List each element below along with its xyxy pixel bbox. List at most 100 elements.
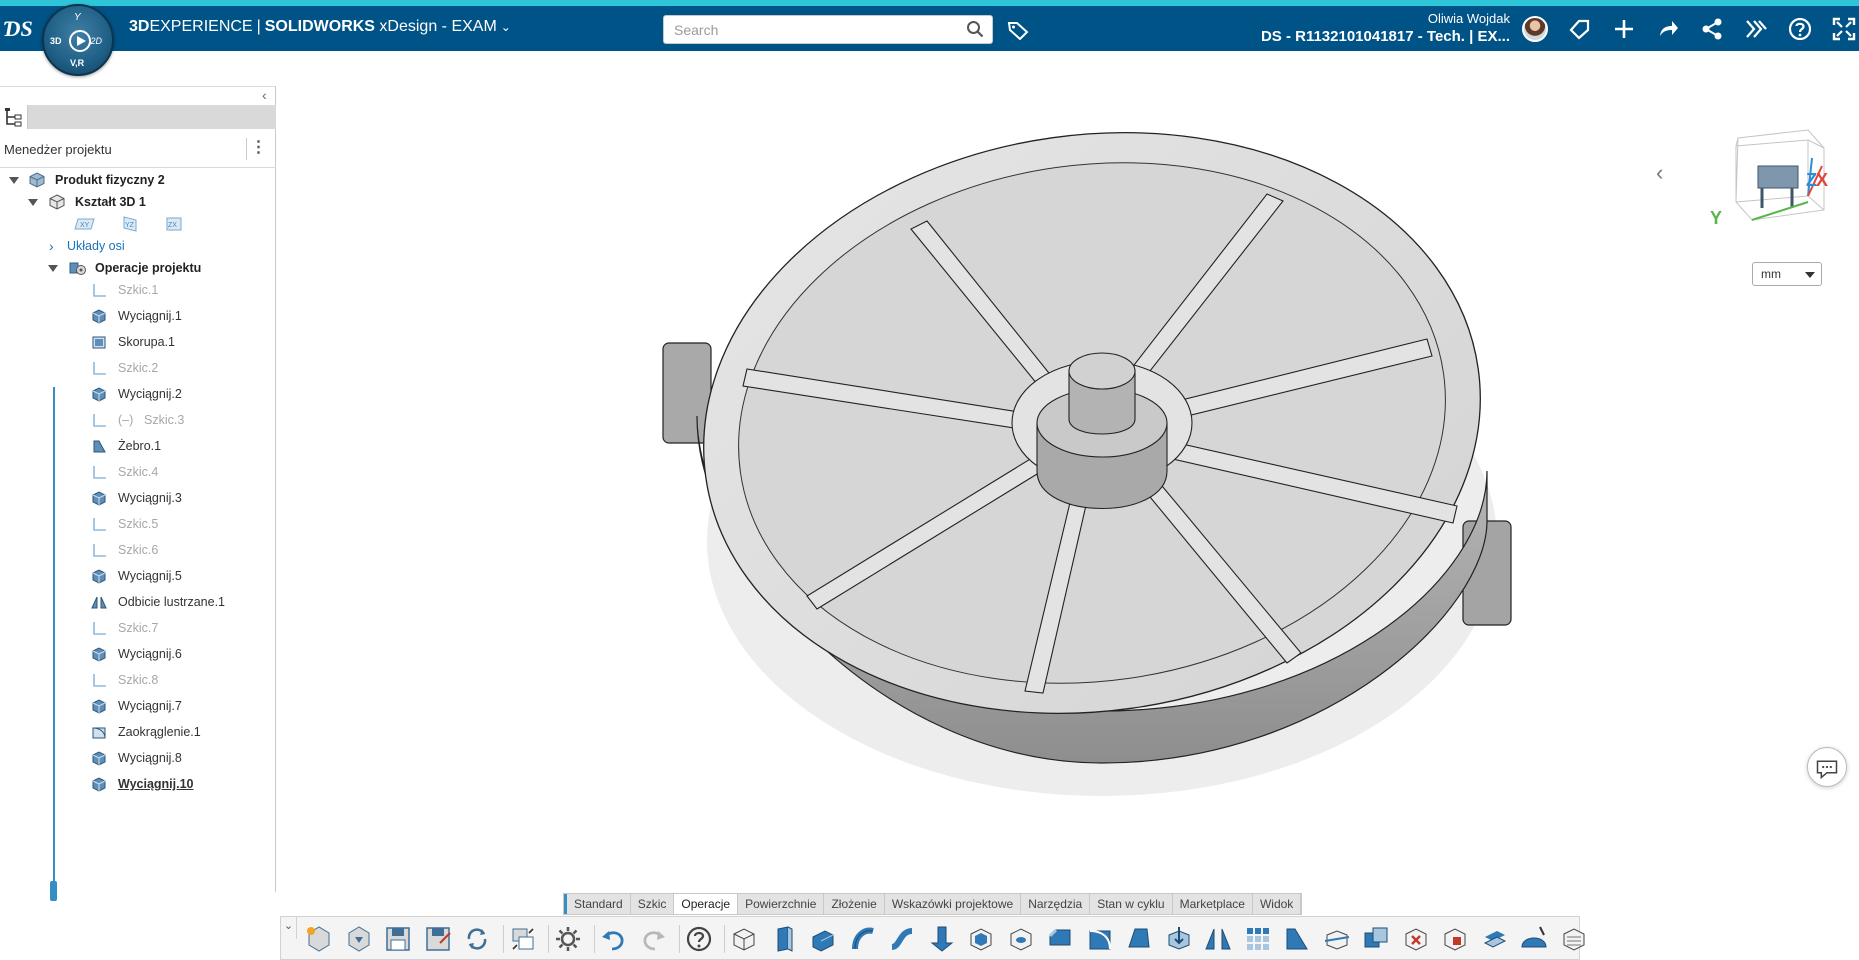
more-options-icon[interactable]: ⋮	[246, 138, 270, 160]
chevron-right-icon[interactable]: ›	[49, 235, 54, 257]
app-title[interactable]: 3DEXPERIENCE | SOLIDWORKS xDesign - EXAM ⌄	[129, 18, 511, 36]
refresh-icon[interactable]	[461, 923, 493, 955]
redo-icon[interactable]	[637, 923, 669, 955]
offset-surface-icon[interactable]	[1479, 923, 1511, 955]
open-icon[interactable]	[343, 923, 375, 955]
pattern-icon[interactable]	[1242, 923, 1274, 955]
tree-item[interactable]: Skorupa.1	[0, 331, 276, 353]
tab-6[interactable]: Wskazówki projektowe	[885, 894, 1022, 914]
tree-item[interactable]: Szkic.5	[0, 513, 276, 535]
tree-item[interactable]: (–) Szkic.3	[0, 409, 276, 431]
swap-icon[interactable]	[507, 923, 539, 955]
compass-3d-label[interactable]: 3D	[50, 36, 62, 46]
help-circle-icon[interactable]	[683, 923, 715, 955]
delete-body-icon[interactable]	[1400, 923, 1432, 955]
tree-item[interactable]: Zaokrąglenie.1	[0, 721, 276, 743]
box-icon[interactable]	[728, 923, 760, 955]
split-icon[interactable]	[1321, 923, 1353, 955]
tree-item[interactable]: Szkic.8	[0, 669, 276, 691]
revolve-icon[interactable]	[807, 923, 839, 955]
tree-item[interactable]: Szkic.7	[0, 617, 276, 639]
plane-yz-icon[interactable]: YZ	[120, 216, 140, 232]
delete-face-icon[interactable]	[1439, 923, 1471, 955]
tree-item[interactable]: Odbicie lustrzane.1	[0, 591, 276, 613]
expand-toggle-icon[interactable]	[48, 265, 58, 272]
help-icon[interactable]	[1788, 17, 1812, 41]
search-input[interactable]	[663, 15, 993, 44]
rollback-bar-handle[interactable]	[50, 881, 57, 901]
collapse-panel-icon[interactable]: ‹	[262, 87, 274, 103]
chevron-down-icon[interactable]: ⌄	[501, 20, 511, 34]
3d-compass[interactable]: Y 3D 2D V,R	[42, 4, 114, 76]
tree-shape-row[interactable]: Kształt 3D 1	[0, 191, 276, 213]
tree-item[interactable]: Szkic.1	[0, 279, 276, 301]
chevron-left-icon[interactable]: ‹	[1656, 160, 1663, 186]
tree-item[interactable]: Szkic.4	[0, 461, 276, 483]
fillet-tool-icon[interactable]	[1084, 923, 1116, 955]
apps-tools-icon[interactable]	[1744, 17, 1768, 41]
fullscreen-icon[interactable]	[1832, 17, 1856, 41]
avatar[interactable]	[1522, 16, 1548, 42]
loft-icon[interactable]	[886, 923, 918, 955]
tree-item[interactable]: Wyciągnij.1	[0, 305, 276, 327]
tree-root-row[interactable]: Produkt fizyczny 2	[0, 169, 276, 191]
extrude-tool-icon[interactable]	[768, 923, 800, 955]
comment-button[interactable]	[1807, 747, 1847, 787]
tree-item[interactable]: Wyciągnij.7	[0, 695, 276, 717]
boolean-icon[interactable]	[1360, 923, 1392, 955]
rib-tool-icon[interactable]	[1281, 923, 1313, 955]
expand-toggle-icon[interactable]	[9, 177, 19, 184]
tab-4[interactable]: Powierzchnie	[738, 894, 825, 914]
new-part-icon[interactable]	[303, 923, 335, 955]
plane-xy-icon[interactable]: XY	[74, 216, 96, 232]
notification-tag-icon[interactable]	[1568, 17, 1592, 41]
save-icon[interactable]	[382, 923, 414, 955]
plane-zx-icon[interactable]: ZX	[164, 216, 184, 232]
expand-toggle-icon[interactable]	[28, 199, 38, 206]
tree-item[interactable]: Wyciągnij.5	[0, 565, 276, 587]
add-icon[interactable]	[1612, 17, 1636, 41]
shell-tool-icon[interactable]	[965, 923, 997, 955]
draft-icon[interactable]	[1123, 923, 1155, 955]
tree-item[interactable]: Żebro.1	[0, 435, 276, 457]
tab-9[interactable]: Marketplace	[1173, 894, 1253, 914]
tree-item[interactable]: Szkic.6	[0, 539, 276, 561]
play-icon[interactable]	[69, 30, 91, 52]
document-title[interactable]: DS - R1132101041817 - Tech. | EX...	[1240, 28, 1510, 45]
tree-item[interactable]: Szkic.2	[0, 357, 276, 379]
compass-vr-label[interactable]: V,R	[70, 58, 84, 68]
tree-item[interactable]: Wyciągnij.3	[0, 487, 276, 509]
undo-icon[interactable]	[598, 923, 630, 955]
tree-item[interactable]: Wyciągnij.8	[0, 747, 276, 769]
ds-logo-icon[interactable]: ƊS	[0, 16, 36, 44]
move-face-icon[interactable]	[1163, 923, 1195, 955]
chamfer-icon[interactable]	[1044, 923, 1076, 955]
chevron-down-icon[interactable]: ⌄	[281, 917, 297, 939]
tab-8[interactable]: Stan w cyklu	[1090, 894, 1173, 914]
tab-7[interactable]: Narzędzia	[1021, 894, 1091, 914]
model-canvas[interactable]	[277, 51, 1859, 891]
tree-operations-row[interactable]: Operacje projektu	[0, 257, 276, 279]
tree-axes-row[interactable]: › Układy osi	[0, 235, 276, 257]
cosmetic-thread-icon[interactable]	[1558, 923, 1590, 955]
tag-icon[interactable]	[1007, 20, 1029, 40]
tab-3[interactable]: Operacje	[674, 894, 739, 914]
settings-gear-icon[interactable]	[552, 923, 584, 955]
tab-10[interactable]: Widok	[1253, 894, 1302, 914]
hole-icon[interactable]	[1005, 923, 1037, 955]
save-as-icon[interactable]	[422, 923, 454, 955]
3d-viewport[interactable]	[277, 51, 1859, 891]
network-share-icon[interactable]	[1700, 17, 1724, 41]
unit-select[interactable]: mm	[1752, 262, 1822, 286]
user-name[interactable]: Oliwia Wojdak	[1380, 11, 1510, 26]
compass-2d-label[interactable]: 2D	[90, 36, 102, 46]
tree-item[interactable]: Wyciągnij.10	[0, 773, 276, 795]
search-icon[interactable]	[966, 20, 984, 38]
thicken-icon[interactable]	[926, 923, 958, 955]
tab-5[interactable]: Złożenie	[824, 894, 885, 914]
tab-2[interactable]: Szkic	[631, 894, 675, 914]
sweep-icon[interactable]	[847, 923, 879, 955]
tree-item[interactable]: Wyciągnij.6	[0, 643, 276, 665]
tree-item[interactable]: Wyciągnij.2	[0, 383, 276, 405]
tab-1[interactable]: Standard	[564, 894, 631, 914]
